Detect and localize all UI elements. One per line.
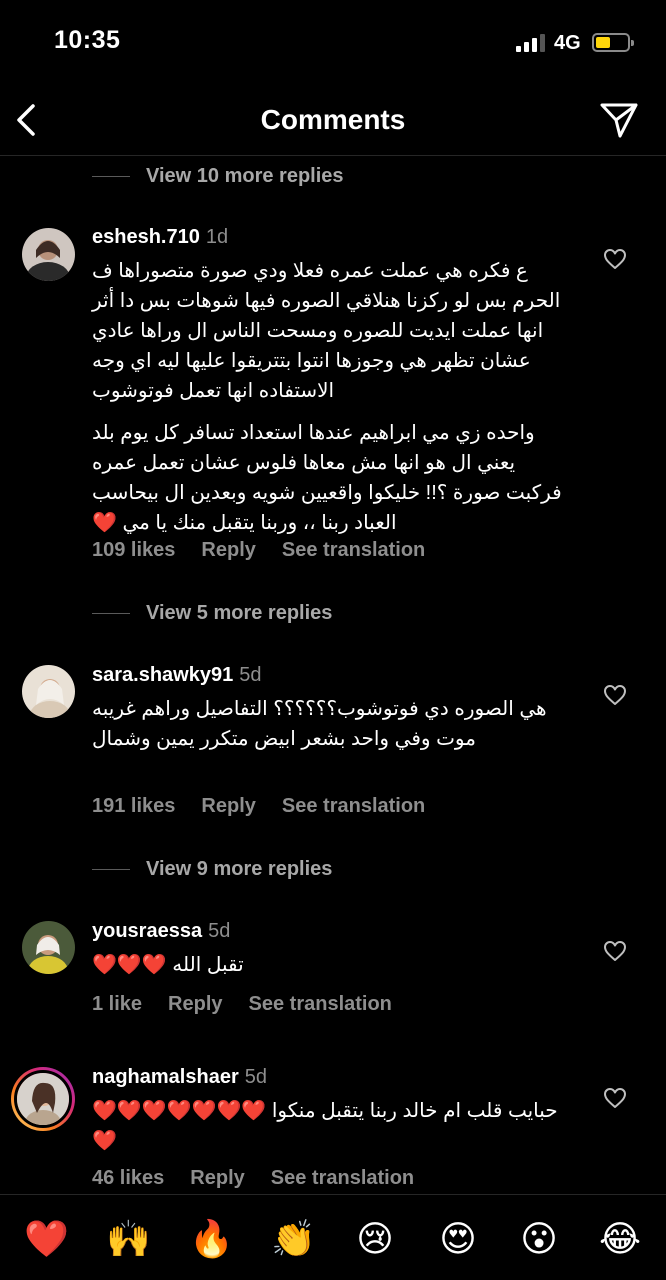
username-link[interactable]: eshesh.710 [92, 226, 200, 248]
crying-emoji-button[interactable]: 😢 [353, 1217, 397, 1261]
comment-text: حبايب قلب ام خالد ربنا يتقبل منكوا ❤️❤️❤… [92, 1096, 570, 1156]
comment-paragraph: تقبل الله ❤️❤️❤️ [92, 954, 244, 976]
comment-actions: 109 likes Reply See translation [92, 539, 451, 562]
reply-button[interactable]: Reply [201, 795, 255, 817]
reply-button[interactable]: Reply [190, 1167, 244, 1189]
header: Comments [0, 90, 666, 156]
raised-hands-emoji-button[interactable]: 🙌 [106, 1217, 151, 1261]
page-title: Comments [260, 104, 406, 135]
avatar[interactable] [22, 228, 75, 281]
signal-icon [516, 34, 546, 52]
laughing-emoji-button[interactable]: 😂 [598, 1217, 642, 1261]
comment-time: 5d [239, 664, 262, 686]
heart-emoji-button[interactable]: ❤️ [24, 1217, 69, 1261]
comment-text: تقبل الله ❤️❤️❤️ [92, 950, 570, 980]
comment-header: naghamalshaer 5d [92, 1066, 267, 1089]
network-label: 4G [554, 32, 581, 54]
avatar[interactable] [22, 921, 75, 974]
comment-time: 5d [244, 1066, 267, 1088]
comment-header: sara.shawky91 5d [92, 664, 261, 687]
comment-text: هي الصوره دي فوتوشوب؟؟؟؟؟؟ التفاصيل وراه… [92, 694, 570, 754]
see-translation-button[interactable]: See translation [249, 993, 392, 1015]
username-link[interactable]: yousraessa [92, 920, 202, 942]
paper-plane-icon[interactable] [598, 100, 640, 140]
status-bar: 10:35 4G [0, 0, 666, 90]
avatar[interactable] [22, 665, 75, 718]
avatar-with-story-ring[interactable] [11, 1067, 75, 1131]
likes-count[interactable]: 46 likes [92, 1167, 164, 1189]
reply-button[interactable]: Reply [201, 539, 255, 561]
likes-count[interactable]: 109 likes [92, 539, 175, 561]
surprised-emoji-button[interactable]: 😮 [517, 1217, 561, 1261]
comment-time: 1d [205, 226, 229, 248]
comment-header: yousraessa 5d [92, 920, 230, 943]
see-translation-button[interactable]: See translation [282, 795, 425, 817]
battery-icon [592, 33, 634, 52]
comment-text: ع فكره هي عملت عمره فعلا ودي صورة متصورا… [92, 256, 570, 538]
comment-actions: 191 likes Reply See translation [92, 795, 451, 818]
comment-paragraph: حبايب قلب ام خالد ربنا يتقبل منكوا ❤️❤️❤… [92, 1100, 558, 1152]
emoji-reaction-bar: ❤️ 🙌 🔥 👏 😢 😍 😮 😂 [0, 1194, 666, 1280]
status-time: 10:35 [54, 26, 121, 54]
view-more-replies-button[interactable]: View 5 more replies [92, 598, 332, 628]
comment-actions: 1 like Reply See translation [92, 993, 418, 1016]
likes-count[interactable]: 191 likes [92, 795, 175, 817]
comment-actions: 46 likes Reply See translation [92, 1167, 440, 1190]
divider [92, 612, 130, 614]
likes-count[interactable]: 1 like [92, 993, 142, 1015]
comment-time: 5d [208, 920, 231, 942]
heart-outline-icon[interactable] [603, 940, 627, 962]
heart-outline-icon[interactable] [603, 1087, 627, 1109]
comment-header: eshesh.710 1d [92, 226, 228, 249]
comment-paragraph: ع فكره هي عملت عمره فعلا ودي صورة متصورا… [92, 260, 561, 402]
username-link[interactable]: sara.shawky91 [92, 664, 233, 686]
comment-paragraph: هي الصوره دي فوتوشوب؟؟؟؟؟؟ التفاصيل وراه… [92, 698, 547, 750]
username-link[interactable]: naghamalshaer [92, 1066, 239, 1088]
divider [92, 868, 130, 870]
heart-eyes-emoji-button[interactable]: 😍 [436, 1217, 480, 1261]
fire-emoji-button[interactable]: 🔥 [189, 1217, 234, 1261]
clapping-emoji-button[interactable]: 👏 [271, 1217, 316, 1261]
see-translation-button[interactable]: See translation [271, 1167, 414, 1189]
see-translation-button[interactable]: See translation [282, 539, 425, 561]
view-more-replies-button[interactable]: View 10 more replies [92, 161, 344, 191]
divider [92, 175, 130, 177]
reply-button[interactable]: Reply [168, 993, 222, 1015]
view-more-replies-button[interactable]: View 9 more replies [92, 854, 332, 884]
heart-outline-icon[interactable] [603, 684, 627, 706]
heart-outline-icon[interactable] [603, 248, 627, 270]
comment-paragraph: واحده زي مي ابراهيم عندها استعداد تسافر … [92, 422, 562, 534]
